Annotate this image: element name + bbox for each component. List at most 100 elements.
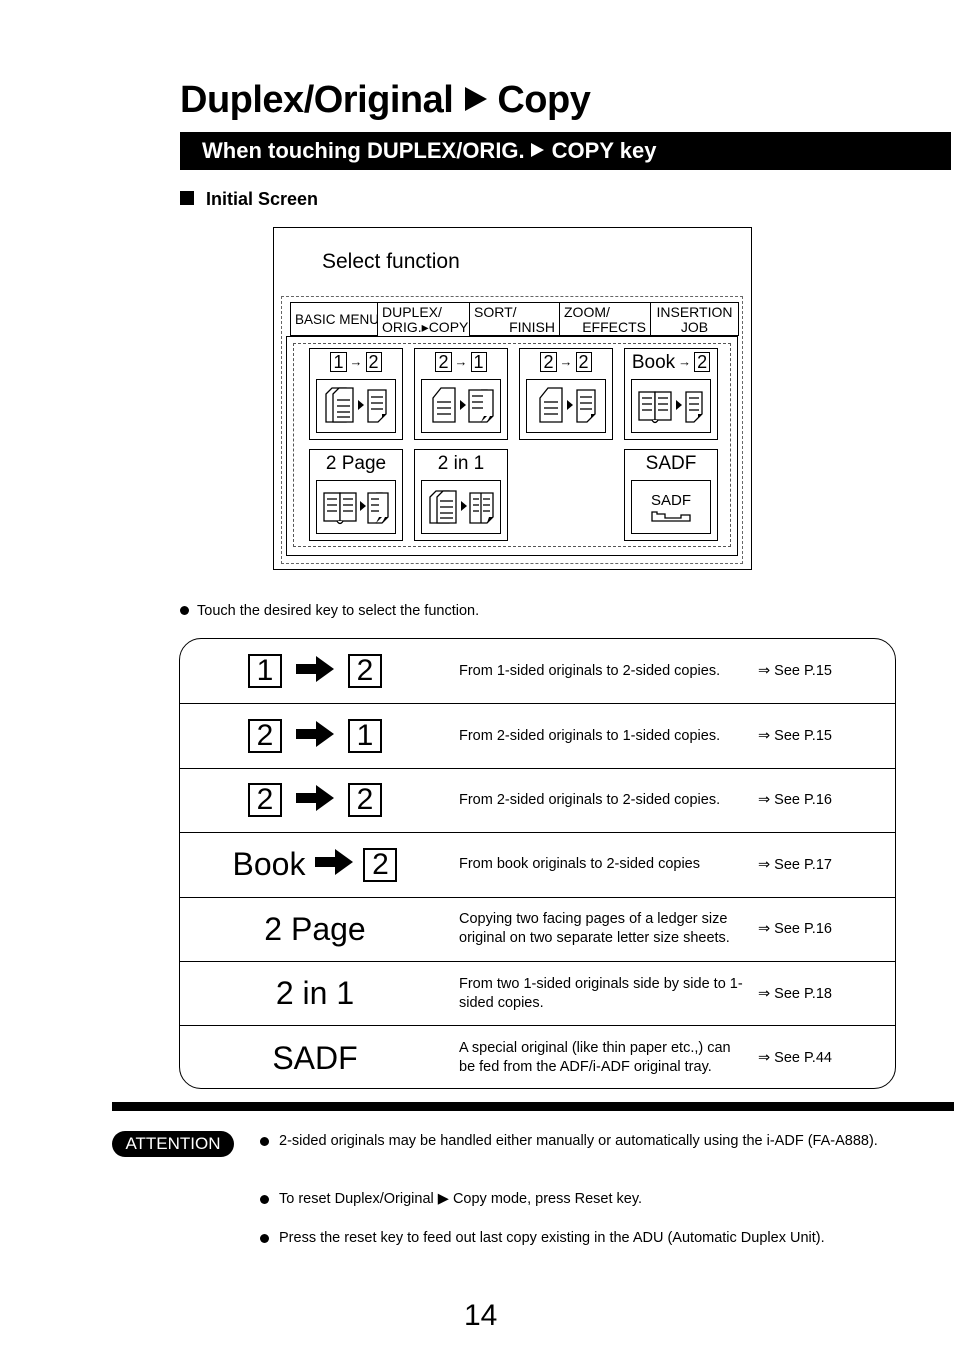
function-symbol: 22	[180, 769, 450, 832]
table-row: Book 2 From book originals to 2-sided cop…	[180, 832, 895, 896]
tab-label-line1: INSERTION	[656, 304, 733, 320]
tab-label: BASIC MENU	[295, 311, 380, 327]
arrow-right-icon	[296, 653, 334, 690]
box-number: 2	[348, 654, 382, 689]
box-number: 2	[363, 847, 398, 882]
page-reference: ⇒ See P.15	[758, 728, 832, 745]
book-text: Book	[232, 846, 306, 883]
table-row: 21 From 2-sided originals to 1-sided cop…	[180, 703, 895, 767]
tab-sort-finish[interactable]: SORT/ FINISH	[470, 302, 560, 336]
attention-badge: ATTENTION	[112, 1131, 234, 1157]
function-table: 12 From 1-sided originals to 2-sided cop…	[179, 638, 896, 1089]
sadf-tray-icon	[651, 510, 691, 522]
two-in-one-icon	[421, 480, 501, 534]
attention-item: Press the reset key to feed out last cop…	[260, 1229, 900, 1248]
section-heading: When touching DUPLEX/ORIG. COPY key	[202, 138, 656, 164]
key-2-to-1[interactable]: 2 → 1	[414, 348, 508, 440]
attention-item-text: To reset Duplex/Original ▶ Copy mode, pr…	[279, 1191, 643, 1207]
function-symbol: 21	[180, 704, 450, 767]
key-book-to-2[interactable]: Book → 2	[624, 348, 718, 440]
page-title-part1: Duplex/Original	[180, 79, 454, 121]
function-description: A special original (like thin paper etc.…	[459, 1040, 731, 1076]
page-title: Duplex/Original Copy	[180, 76, 591, 124]
key-label: 2 in 1	[437, 453, 485, 474]
bullet-icon	[180, 605, 189, 615]
page-number: 14	[464, 1299, 498, 1332]
two-sided-to-one-sided-icon	[421, 379, 501, 433]
page-reference: ⇒ See P.44	[758, 1050, 832, 1067]
arrow-right-icon: →	[454, 354, 468, 369]
sadf-inner-panel: SADF	[631, 480, 711, 534]
bullet-icon	[260, 1195, 269, 1204]
box-number: 2	[348, 783, 382, 818]
tab-duplex-orig-copy[interactable]: DUPLEX/ ORIG.▸COPY	[378, 302, 470, 336]
key-2-to-2[interactable]: 2 → 2	[519, 348, 613, 440]
tab-bar: BASIC MENU DUPLEX/ ORIG.▸COPY SORT/ FINI…	[290, 302, 739, 336]
subheading-text: Initial Screen	[206, 189, 319, 209]
table-row: 12 From 1-sided originals to 2-sided cop…	[180, 639, 895, 703]
tab-insertion-job[interactable]: INSERTION JOB	[651, 302, 739, 336]
touch-screen-mockup: Select function BASIC MENU DUPLEX/ ORIG.…	[273, 227, 752, 570]
book-text: Book	[631, 352, 676, 373]
play-triangle-icon	[530, 143, 544, 158]
arrow-right-icon: →	[559, 354, 573, 369]
arrow-right-icon: →	[678, 354, 692, 369]
square-bullet-icon	[180, 191, 194, 206]
key-label: 2 Page	[325, 453, 387, 474]
key-label: 2 → 2	[520, 352, 612, 374]
attention-item-text: 2-sided originals may be handled either …	[279, 1133, 878, 1149]
page-title-part2: Copy	[497, 79, 591, 121]
attention-item: To reset Duplex/Original ▶ Copy mode, pr…	[260, 1190, 900, 1209]
play-triangle-icon	[465, 86, 488, 111]
tab-zoom-effects[interactable]: ZOOM/ EFFECTS	[560, 302, 651, 336]
function-symbol: 2 in 1	[275, 975, 355, 1012]
sadf-inner-label: SADF	[650, 491, 691, 509]
box-2: 2	[694, 352, 711, 372]
section-heading-bar: When touching DUPLEX/ORIG. COPY key	[180, 132, 951, 170]
touch-note-text: Touch the desired key to select the func…	[197, 603, 480, 619]
two-page-icon	[316, 480, 396, 534]
box-number: 2	[248, 783, 282, 818]
one-sided-to-two-sided-icon	[316, 379, 396, 433]
tab-label-line1: SORT/	[474, 304, 517, 320]
key-label: 1 → 2	[310, 352, 402, 374]
page-reference: ⇒ See P.15	[758, 663, 832, 680]
box-1: 1	[330, 352, 347, 372]
section-heading-part1: When touching DUPLEX/ORIG.	[202, 138, 525, 163]
attention-item: 2-sided originals may be handled either …	[260, 1132, 900, 1151]
two-sided-to-two-sided-icon	[526, 379, 606, 433]
box-number: 1	[248, 654, 282, 689]
table-row: 22 From 2-sided originals to 2-sided cop…	[180, 767, 895, 832]
function-description: Copying two facing pages of a ledger siz…	[459, 911, 730, 947]
key-label: 2 → 1	[415, 352, 507, 374]
function-symbol: Book 2	[180, 833, 450, 896]
arrow-right-icon: →	[349, 354, 363, 369]
arrow-right-icon	[296, 782, 334, 819]
box-number: 2	[248, 719, 282, 754]
page-reference: ⇒ See P.16	[758, 792, 832, 809]
tab-basic-menu[interactable]: BASIC MENU	[290, 302, 380, 336]
function-description: From 2-sided originals to 2-sided copies…	[459, 791, 721, 808]
key-label: SADF	[645, 453, 697, 474]
tab-label-line1: ZOOM/	[564, 304, 610, 320]
table-row: 2 in 1 From two 1-sided originals side b…	[180, 961, 895, 1025]
key-sadf[interactable]: SADF SADF	[624, 449, 718, 541]
key-1-to-2[interactable]: 1 → 2	[309, 348, 403, 440]
key-label: Book → 2	[625, 352, 717, 374]
tab-label-line2: ORIG.▸COPY	[382, 319, 469, 335]
table-row: 2 Page Copying two facing pages of a led…	[180, 896, 895, 961]
key-2-in-1[interactable]: 2 in 1	[414, 449, 508, 541]
screen-title: Select function	[322, 250, 460, 273]
bullet-icon	[260, 1234, 269, 1243]
page-reference: ⇒ See P.17	[758, 856, 832, 873]
tab-label-line2: JOB	[680, 319, 709, 335]
section-divider	[112, 1102, 954, 1111]
function-symbol: SADF	[272, 1039, 358, 1076]
tab-label-line2: EFFECTS	[582, 319, 646, 335]
page-reference: ⇒ See P.18	[758, 985, 832, 1002]
key-2-page[interactable]: 2 Page	[309, 449, 403, 541]
page-reference: ⇒ See P.16	[758, 921, 832, 938]
function-description: From book originals to 2-sided copies	[459, 856, 700, 873]
box-2: 2	[540, 352, 557, 372]
tab-label-line2: FINISH	[509, 319, 555, 335]
